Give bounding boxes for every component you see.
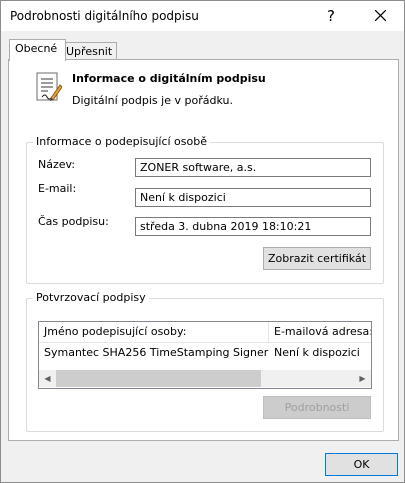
signing-time-label: Čas podpisu: <box>38 215 109 228</box>
horizontal-scrollbar[interactable]: ◀ ▶ <box>39 370 371 387</box>
name-field[interactable]: ZONER software, a.s. <box>135 158 371 177</box>
countersignatures-group: Potvrzovací podpisy Jméno podepisující o… <box>26 291 384 432</box>
email-cell: Není k dispozici <box>274 346 360 359</box>
scrollbar-thumb[interactable] <box>56 370 261 387</box>
close-button[interactable] <box>360 4 400 28</box>
column-header-signer-name[interactable]: Jméno podepisující osoby: <box>39 322 269 342</box>
dialog-window: Podrobnosti digitálního podpisu ? Obecné… <box>0 0 405 483</box>
help-button[interactable]: ? <box>311 4 351 28</box>
ok-button[interactable]: OK <box>325 453 398 476</box>
email-field[interactable]: Není k dispozici <box>135 188 371 207</box>
details-button[interactable]: Podrobnosti <box>263 396 371 419</box>
name-label: Název: <box>38 158 76 171</box>
signer-info-group: Informace o podepisující osobě Název: ZO… <box>26 135 384 284</box>
signer-info-legend: Informace o podepisující osobě <box>33 135 210 148</box>
view-certificate-button[interactable]: Zobrazit certifikát <box>263 247 371 270</box>
close-icon <box>374 9 386 22</box>
signing-time-field[interactable]: středa 3. dubna 2019 18:10:21 <box>135 217 371 236</box>
email-label: E-mail: <box>38 182 77 195</box>
list-item[interactable]: Symantec SHA256 TimeStamping Signer - G2… <box>39 344 371 362</box>
signed-document-icon <box>36 72 62 101</box>
signature-info-title: Informace o digitálním podpisu <box>72 72 266 85</box>
list-header: Jméno podepisující osoby: E-mailová adre… <box>39 322 371 343</box>
tab-general[interactable]: Obecné <box>9 39 66 61</box>
title-bar: Podrobnosti digitálního podpisu ? <box>1 1 404 31</box>
window-title: Podrobnosti digitálního podpisu <box>10 9 199 23</box>
scroll-right-icon[interactable]: ▶ <box>354 370 371 387</box>
column-header-email[interactable]: E-mailová adresa: <box>269 322 371 342</box>
general-tab-panel: Informace o digitálním podpisu Digitální… <box>8 59 399 441</box>
signer-name-cell: Symantec SHA256 TimeStamping Signer - G2 <box>44 346 269 359</box>
signature-status-text: Digitální podpis je v pořádku. <box>72 94 233 107</box>
tab-advanced[interactable]: Upřesnit <box>60 42 117 60</box>
scroll-left-icon[interactable]: ◀ <box>39 370 56 387</box>
countersignatures-legend: Potvrzovací podpisy <box>33 291 149 304</box>
countersignatures-list[interactable]: Jméno podepisující osoby: E-mailová adre… <box>38 321 372 389</box>
